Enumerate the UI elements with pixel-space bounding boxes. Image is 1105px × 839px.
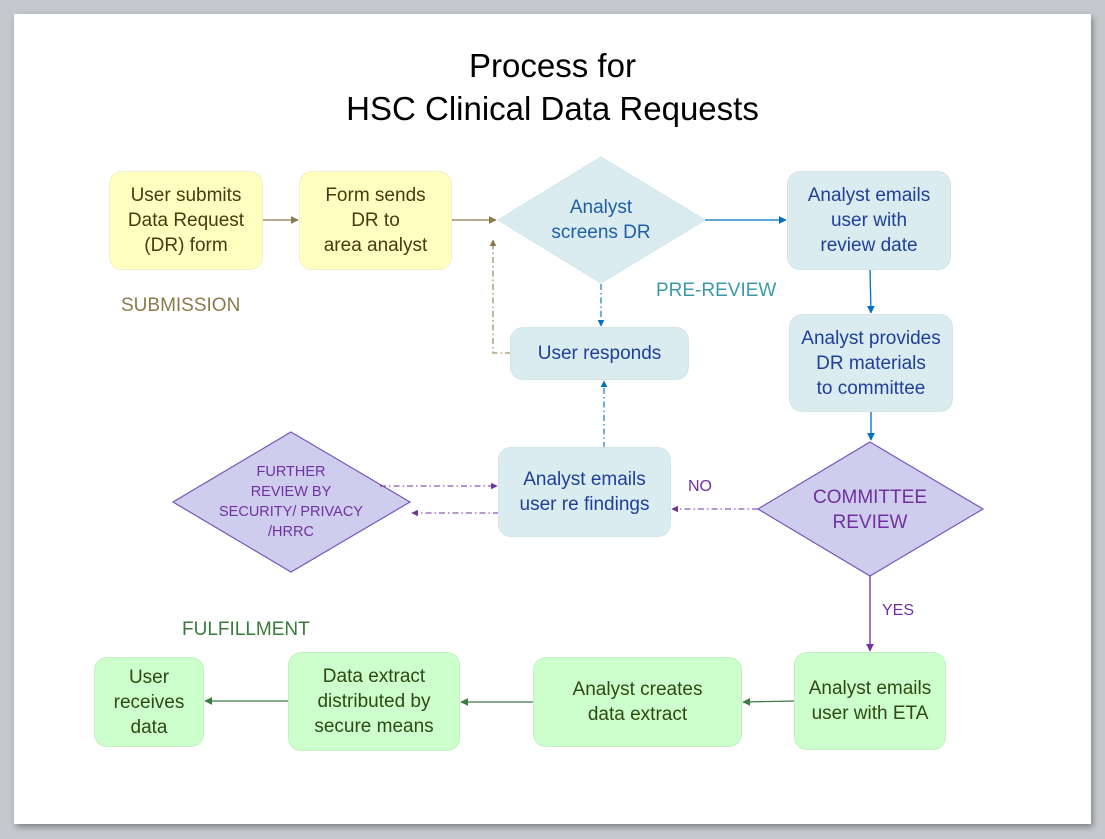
node-committee-review-label: COMMITTEE REVIEW [813, 487, 927, 533]
node-provides-materials: Analyst provides DR materials to committ… [790, 315, 952, 411]
arrow-eta-to-creates [742, 697, 796, 706]
node-form-sends-label: Form sends DR to area analyst [323, 185, 428, 256]
node-analyst-screens-label: Analyst screens DR [551, 197, 651, 243]
arrow-review-date-to-materials [866, 268, 875, 314]
phase-label-submission: SUBMISSION [121, 295, 241, 316]
node-user-submits: User submits Data Request (DR) form [110, 172, 262, 269]
node-provides-materials-label: Analyst provides DR materials to committ… [801, 327, 941, 399]
node-emails-findings: Analyst emails user re findings [499, 448, 670, 536]
node-emails-eta: Analyst emails user with ETA [795, 653, 945, 749]
node-analyst-screens: Analyst screens DR [520, 190, 682, 250]
node-further-review-label: FURTHER REVIEW BY SECURITY/ PRIVACY /HRR… [219, 464, 363, 540]
node-committee-review: COMMITTEE REVIEW [790, 482, 950, 538]
node-creates-extract: Analyst creates data extract [534, 658, 741, 746]
node-user-responds: User responds [511, 328, 688, 379]
node-user-responds-label: User responds [537, 343, 662, 364]
phase-label-fulfillment: FULFILLMENT [182, 619, 310, 640]
node-user-submits-label: User submits Data Request (DR) form [127, 185, 245, 256]
node-form-sends: Form sends DR to area analyst [300, 172, 451, 269]
node-emails-findings-label: Analyst emails user re findings [519, 469, 650, 515]
edge-label-no: NO [688, 478, 712, 495]
node-extract-distributed-label: Data extract distributed by secure means [314, 666, 434, 737]
edge-label-yes: YES [882, 602, 915, 619]
arrow-responds-to-screen [489, 239, 511, 354]
node-user-receives: User receives data [95, 658, 203, 746]
node-user-receives-label: User receives data [113, 666, 185, 738]
phase-label-pre-review: PRE-REVIEW [656, 280, 777, 301]
node-further-review: FURTHER REVIEW BY SECURITY/ PRIVACY /HRR… [196, 460, 386, 544]
node-creates-extract-label: Analyst creates data extract [572, 679, 703, 725]
node-emails-review-date-label: Analyst emails user with review date [807, 185, 931, 256]
node-emails-review-date: Analyst emails user with review date [788, 172, 950, 269]
node-extract-distributed: Data extract distributed by secure means [289, 653, 459, 750]
node-emails-eta-label: Analyst emails user with ETA [808, 678, 932, 724]
